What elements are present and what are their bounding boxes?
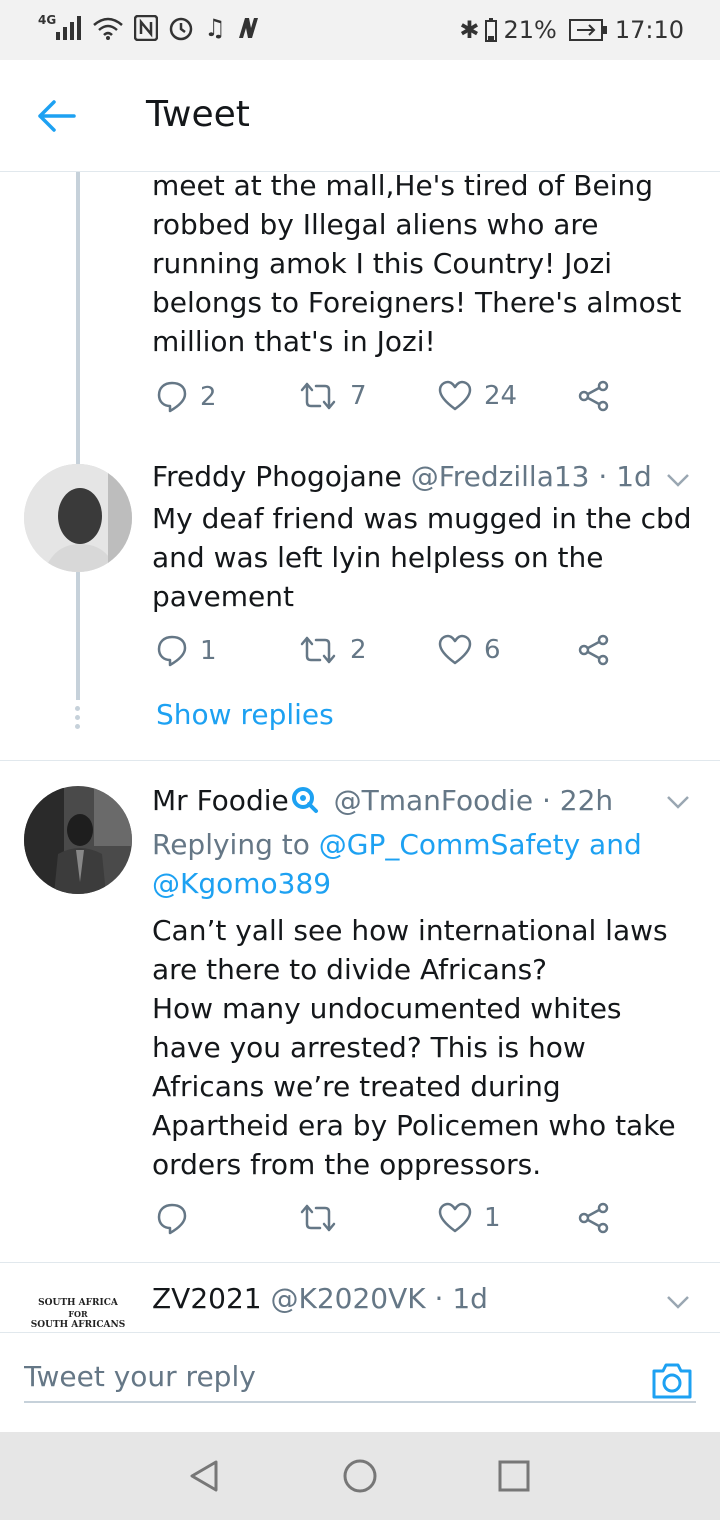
bluetooth-icon: ✱ — [459, 16, 480, 44]
back-arrow-icon[interactable] — [34, 94, 78, 138]
nav-recents-icon[interactable] — [496, 1458, 532, 1494]
handle-and-time: @Fredzilla13 · 1d — [410, 460, 652, 493]
share-icon — [578, 380, 609, 412]
status-bar: 4G ♫ ✱ 21% 17:10 — [0, 0, 720, 60]
retweet-count: 2 — [350, 635, 367, 665]
network-type: 4G — [38, 13, 57, 27]
display-name[interactable]: ZV2021 — [152, 1282, 262, 1315]
replying-to-prefix: Replying to — [152, 828, 319, 861]
heart-icon — [438, 380, 472, 411]
system-nav-bar — [0, 1432, 720, 1520]
thread-dots — [75, 706, 81, 733]
battery-icon — [485, 18, 498, 42]
reply-count: 2 — [200, 382, 217, 412]
nav-back-icon[interactable] — [186, 1458, 222, 1494]
tweet-thread: meet at the mall,He's tired of Being rob… — [0, 172, 720, 1332]
battery-percent: 21% — [503, 16, 557, 44]
wifi-icon — [93, 17, 124, 40]
avatar-text: SOUTH AFRICANS — [30, 1320, 126, 1330]
replying-to: Replying to @GP_CommSafety and @Kgomo389 — [152, 825, 697, 903]
reply-count: 1 — [200, 636, 217, 666]
charging-battery-icon — [568, 19, 607, 41]
page-title: Tweet — [146, 94, 250, 135]
camera-icon[interactable] — [650, 1361, 694, 1401]
retweet-icon — [300, 636, 336, 664]
reply-button[interactable]: 1 — [156, 634, 217, 668]
avatar-text: FOR — [68, 1309, 88, 1319]
signal-icon — [56, 16, 82, 40]
retweet-icon — [300, 1204, 336, 1232]
like-button[interactable]: 1 — [438, 1202, 501, 1234]
display-name[interactable]: Freddy Phogojane — [152, 460, 402, 493]
share-button[interactable] — [578, 1202, 610, 1234]
tweet-text: Can’t yall see how international laws ar… — [152, 914, 676, 1181]
share-button[interactable] — [578, 634, 610, 666]
notification-icon — [238, 18, 258, 38]
like-count: 24 — [484, 381, 518, 411]
heart-icon — [438, 634, 472, 665]
tweet-author-line: ZV2021 @K2020VK · 1d — [152, 1282, 488, 1315]
show-replies-link[interactable]: Show replies — [156, 698, 334, 731]
avatar[interactable] — [24, 786, 132, 894]
retweet-button[interactable]: 7 — [298, 380, 367, 412]
like-button[interactable]: 24 — [438, 380, 517, 412]
tweet-author-line: Mr Foodie @TmanFoodie · 22h — [152, 784, 613, 817]
like-button[interactable]: 6 — [438, 634, 501, 666]
handle-and-time: @K2020VK · 1d — [270, 1282, 488, 1315]
verified-badge-icon — [291, 787, 318, 813]
reply-button[interactable]: 2 — [156, 380, 217, 414]
reply-button[interactable] — [156, 1202, 200, 1236]
like-count: 1 — [484, 1203, 501, 1233]
share-button[interactable] — [578, 380, 610, 412]
reply-input[interactable] — [24, 1351, 696, 1403]
chevron-down-icon[interactable] — [664, 466, 692, 494]
top-app-bar: Tweet — [0, 60, 720, 172]
retweet-button[interactable] — [298, 1202, 350, 1234]
avatar[interactable]: SOUTH AFRICA FOR SOUTH AFRICANS — [24, 1290, 132, 1332]
avatar-text: SOUTH AFRICA — [38, 1298, 118, 1308]
handle-and-time: @TmanFoodie · 22h — [333, 784, 614, 817]
divider — [0, 760, 720, 761]
nav-home-icon[interactable] — [342, 1458, 378, 1494]
retweet-count: 7 — [350, 381, 367, 411]
retweet-icon — [300, 382, 336, 410]
clock: 17:10 — [614, 16, 684, 44]
music-icon: ♫ — [204, 14, 226, 42]
divider — [0, 1262, 720, 1263]
reply-icon — [157, 381, 187, 413]
chevron-down-icon[interactable] — [664, 1288, 692, 1316]
tweet-actions: 1 2 6 — [152, 634, 622, 674]
alarm-icon — [169, 17, 193, 41]
chevron-down-icon[interactable] — [664, 788, 692, 816]
like-count: 6 — [484, 635, 501, 665]
reply-composer — [0, 1332, 720, 1432]
tweet-text: My deaf friend was mugged in the cbd and… — [152, 502, 692, 613]
share-icon — [578, 1202, 609, 1234]
nfc-icon — [134, 15, 159, 41]
reply-icon — [157, 1203, 187, 1235]
reply-icon — [157, 635, 187, 667]
display-name[interactable]: Mr Foodie — [152, 784, 289, 817]
tweet-actions: 2 7 24 — [152, 380, 622, 420]
thread-line — [76, 172, 80, 700]
avatar[interactable] — [24, 464, 132, 572]
tweet-author-line: Freddy Phogojane @Fredzilla13 · 1d — [152, 460, 652, 493]
share-icon — [578, 634, 609, 666]
tweet-actions: 1 — [152, 1202, 622, 1242]
tweet-text: meet at the mall,He's tired of Being rob… — [152, 172, 682, 358]
retweet-button[interactable]: 2 — [298, 634, 367, 666]
heart-icon — [438, 1202, 472, 1233]
